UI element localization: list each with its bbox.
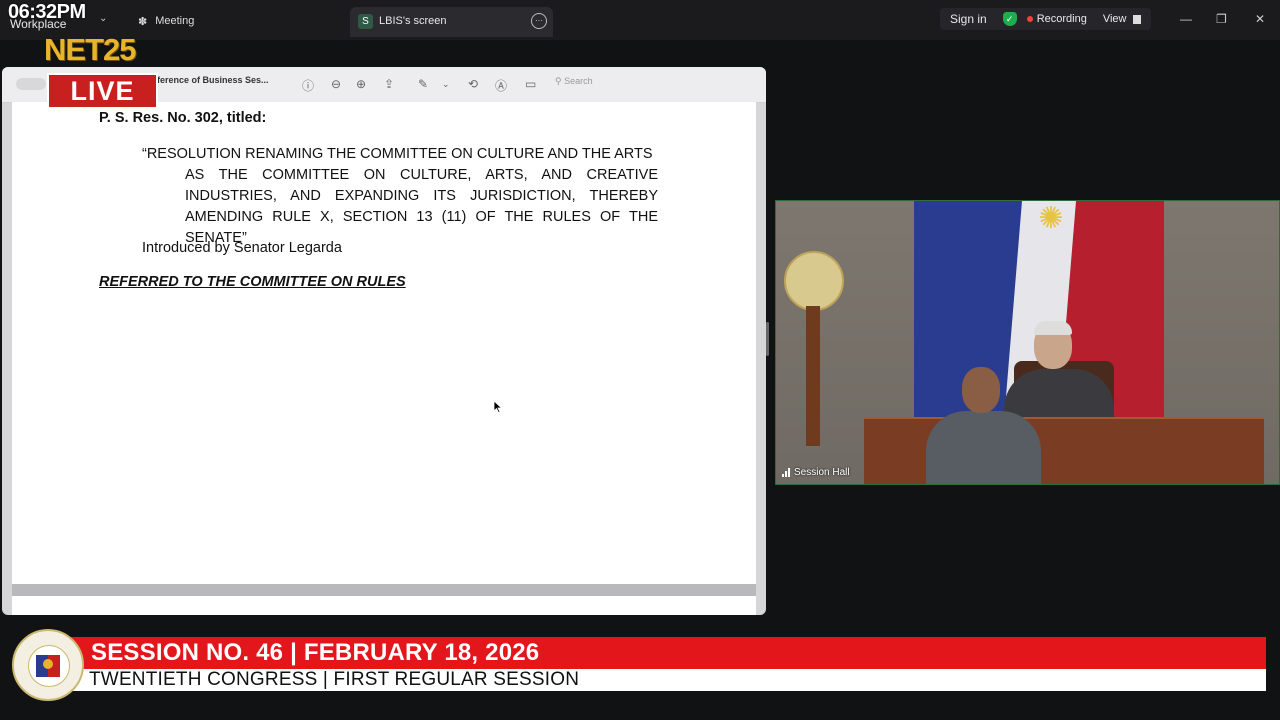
video-feed[interactable]: ✺ Session Hall [775,200,1280,485]
tab-title: LBIS's screen [379,15,447,27]
view-layout-icon[interactable] [1132,14,1141,24]
senate-seal-icon [12,629,84,701]
close-icon[interactable]: ✕ [1255,12,1265,26]
shield-check-icon[interactable]: ✓ [1002,12,1017,26]
rotate-icon[interactable]: ⟲ [468,77,478,91]
form-icon[interactable]: ▭ [525,77,536,91]
session-headline: SESSION NO. 46 | FEBRUARY 18, 2026 [91,639,540,666]
markup-pen-icon[interactable]: ✎ [418,77,428,91]
share-icon[interactable]: ⇪ [384,77,394,91]
page-gap [12,584,756,596]
tab-shared-screen[interactable]: S LBIS's screen ··· [350,7,553,37]
search-field[interactable]: ⚲ Search [555,76,715,92]
search-icon: ⚲ [555,76,562,86]
document-scrollbar[interactable] [766,322,769,356]
sign-in-button[interactable]: Sign in [950,12,987,26]
search-placeholder: Search [564,76,593,86]
people-icon: ✽ [138,15,148,28]
zoom-in-icon[interactable]: ⊕ [356,77,366,91]
info-icon[interactable]: ⓘ [302,77,314,94]
secretary-head [962,367,1000,413]
restore-icon[interactable]: ❐ [1216,12,1227,26]
chevron-down-icon[interactable]: ⌄ [99,13,107,24]
annotate-icon[interactable]: Ⓐ [495,77,507,94]
meeting-button[interactable]: ✽ Meeting [138,11,194,31]
next-page [12,596,756,615]
channel-logo: NET25 [44,32,136,67]
more-options-icon[interactable]: ··· [531,13,547,29]
meeting-controls: Sign in ✓ Recording View [940,8,1151,30]
view-button[interactable]: View [1103,13,1127,25]
seal-sun [43,659,53,669]
presiding-officer [1004,369,1114,419]
tab-favicon: S [358,14,373,29]
introduced-by: Introduced by Senator Legarda [142,240,342,256]
resolution-title: “RESOLUTION RENAMING THE COMMITTEE ON CU… [142,144,658,249]
resolution-title-line: INDUSTRIES, AND EXPANDING ITS JURISDICTI… [185,188,658,204]
document-title: eference of Business Ses... [152,75,269,85]
resolution-title-line: AS THE COMMITTEE ON CULTURE, ARTS, AND C… [185,167,658,183]
video-participant-label: Session Hall [782,467,850,478]
recording-status[interactable]: Recording [1037,13,1087,25]
live-badge: LIVE [47,73,158,109]
referral-note: REFERRED TO THE COMMITTEE ON RULES [99,274,406,290]
participant-name: Session Hall [794,467,850,478]
chevron-down-icon[interactable]: ⌄ [442,79,450,90]
senate-seal-emblem [784,251,844,311]
broadcast-clock: 06:32PM [8,1,86,23]
minimize-icon[interactable]: — [1180,12,1192,26]
congress-subline: TWENTIETH CONGRESS | FIRST REGULAR SESSI… [89,669,580,690]
meeting-label: Meeting [155,15,195,27]
signal-strength-icon [782,468,790,477]
zoom-out-icon[interactable]: ⊖ [331,77,341,91]
rostrum [864,419,1264,484]
resolution-title-line: “RESOLUTION RENAMING THE COMMITTEE ON CU… [142,146,653,162]
flag-sun-icon: ✺ [1038,202,1064,235]
mouse-cursor-icon [493,400,503,414]
mace-stand [806,306,820,446]
meeting-top-bar: Workplace ⌄ ✽ Meeting S LBIS's screen ··… [0,0,1280,40]
secretary [926,411,1041,484]
presiding-officer-hair [1034,321,1072,335]
resolution-number: P. S. Res. No. 302, titled: [99,110,267,126]
recording-dot-icon [1026,16,1033,22]
sidebar-toggle-button[interactable] [16,78,46,90]
